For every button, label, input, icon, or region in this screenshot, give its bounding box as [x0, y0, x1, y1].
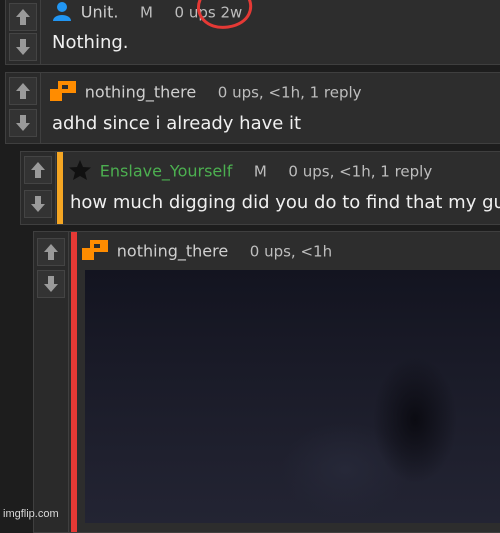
vote-column [6, 73, 41, 143]
comment-meta: nothing_there 0 ups, <1h, 1 reply [50, 81, 362, 105]
upvote-button[interactable] [24, 156, 52, 184]
comment-image[interactable] [85, 270, 500, 523]
downvote-button[interactable] [24, 190, 52, 218]
vote-column [6, 0, 41, 64]
downvote-button[interactable] [37, 270, 65, 298]
ups-text: 0 ups, <1h [249, 242, 333, 261]
upvote-button[interactable] [37, 238, 65, 266]
mod-badge[interactable]: M [254, 163, 267, 181]
comment-3: Enslave_Yourself M 0 ups, <1h, 1 reply h… [20, 151, 500, 225]
arrow-up-icon [31, 162, 45, 178]
comment-meta: Enslave_Yourself M 0 ups, <1h, 1 reply [69, 160, 432, 184]
username-link[interactable]: nothing_there [85, 83, 196, 102]
upvote-button[interactable] [9, 3, 37, 31]
username-link[interactable]: Unit. [81, 3, 119, 22]
downvote-button[interactable] [9, 33, 37, 61]
comment-body: how much digging did you do to find that… [70, 192, 500, 213]
thread-bar-red [71, 232, 77, 532]
arrow-down-icon [31, 196, 45, 212]
ups-text: 0 ups, <1h, 1 reply [288, 162, 433, 181]
arrow-up-icon [44, 244, 58, 260]
watermark: imgflip.com [3, 508, 59, 520]
vote-column [34, 232, 69, 532]
username-link[interactable]: Enslave_Yourself [100, 162, 233, 181]
vote-column [21, 152, 56, 224]
arrow-down-icon [16, 39, 30, 55]
downvote-button[interactable] [9, 109, 37, 137]
username-link[interactable]: nothing_there [117, 242, 228, 261]
comment-body: adhd since i already have it [52, 113, 302, 134]
arrow-down-icon [44, 276, 58, 292]
arrow-down-icon [16, 115, 30, 131]
comment-2: nothing_there 0 ups, <1h, 1 reply adhd s… [5, 72, 500, 144]
mod-badge[interactable]: M [140, 4, 153, 22]
red-circle-annotation [197, 0, 252, 29]
ups-text: 0 ups, <1h, 1 reply [217, 83, 362, 102]
arrow-up-icon [16, 9, 30, 25]
star-icon [69, 160, 91, 184]
user-icon [52, 1, 72, 25]
pixel-logo-icon [82, 240, 108, 264]
arrow-up-icon [16, 83, 30, 99]
comment-meta: nothing_there 0 ups, <1h [82, 240, 332, 264]
thread-bar-orange [57, 152, 63, 224]
comment-body: Nothing. [52, 32, 129, 53]
upvote-button[interactable] [9, 77, 37, 105]
pixel-logo-icon [50, 81, 76, 105]
